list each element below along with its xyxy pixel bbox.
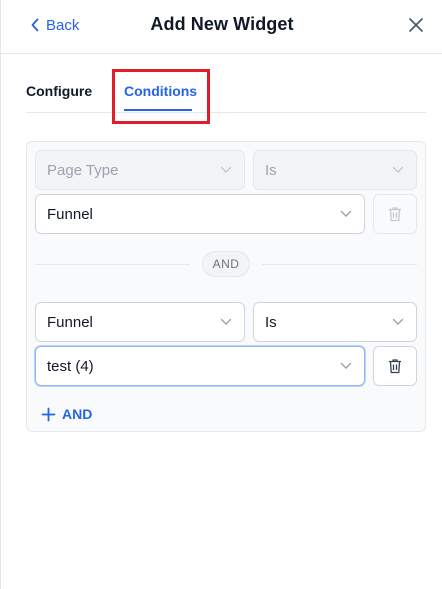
operator-select-2-text: Is — [265, 313, 277, 331]
value-select-1-text: Funnel — [47, 205, 93, 223]
add-and-label: AND — [62, 406, 93, 422]
delete-condition-button-1[interactable] — [373, 194, 417, 234]
close-icon[interactable] — [406, 15, 426, 35]
tab-configure[interactable]: Configure — [26, 83, 92, 99]
value-select-2-text: test (4) — [47, 357, 94, 375]
operator-placeholder-1: Is — [265, 161, 277, 179]
chevron-down-icon — [392, 318, 404, 325]
trash-icon — [389, 207, 401, 222]
and-separator-badge: AND — [202, 251, 250, 277]
delete-condition-button-2[interactable] — [373, 346, 417, 386]
tab-bar: Configure Conditions — [26, 70, 426, 113]
add-and-condition-button[interactable]: AND — [41, 404, 92, 424]
page-title: Add New Widget — [150, 14, 294, 34]
field-select-2[interactable]: Funnel — [35, 302, 245, 342]
add-widget-panel: Back Add New Widget Configure Conditions… — [0, 0, 442, 589]
chevron-down-icon — [220, 166, 232, 173]
chevron-down-icon — [340, 210, 352, 217]
operator-select-2[interactable]: Is — [253, 302, 417, 342]
chevron-down-icon — [340, 362, 352, 369]
page-type-placeholder: Page Type — [47, 161, 119, 179]
trash-icon — [389, 359, 401, 374]
field-select-2-text: Funnel — [47, 313, 93, 331]
highlight-box — [112, 69, 210, 124]
separator-line-left — [35, 264, 190, 265]
value-select-1[interactable]: Funnel — [35, 194, 365, 234]
page-type-select[interactable]: Page Type — [35, 150, 245, 190]
operator-select-1[interactable]: Is — [253, 150, 417, 190]
plus-icon — [41, 407, 56, 421]
chevron-down-icon — [220, 318, 232, 325]
chevron-down-icon — [392, 166, 404, 173]
panel-header: Back Add New Widget — [1, 0, 442, 54]
value-select-2[interactable]: test (4) — [35, 346, 365, 386]
separator-line-right — [262, 264, 417, 265]
